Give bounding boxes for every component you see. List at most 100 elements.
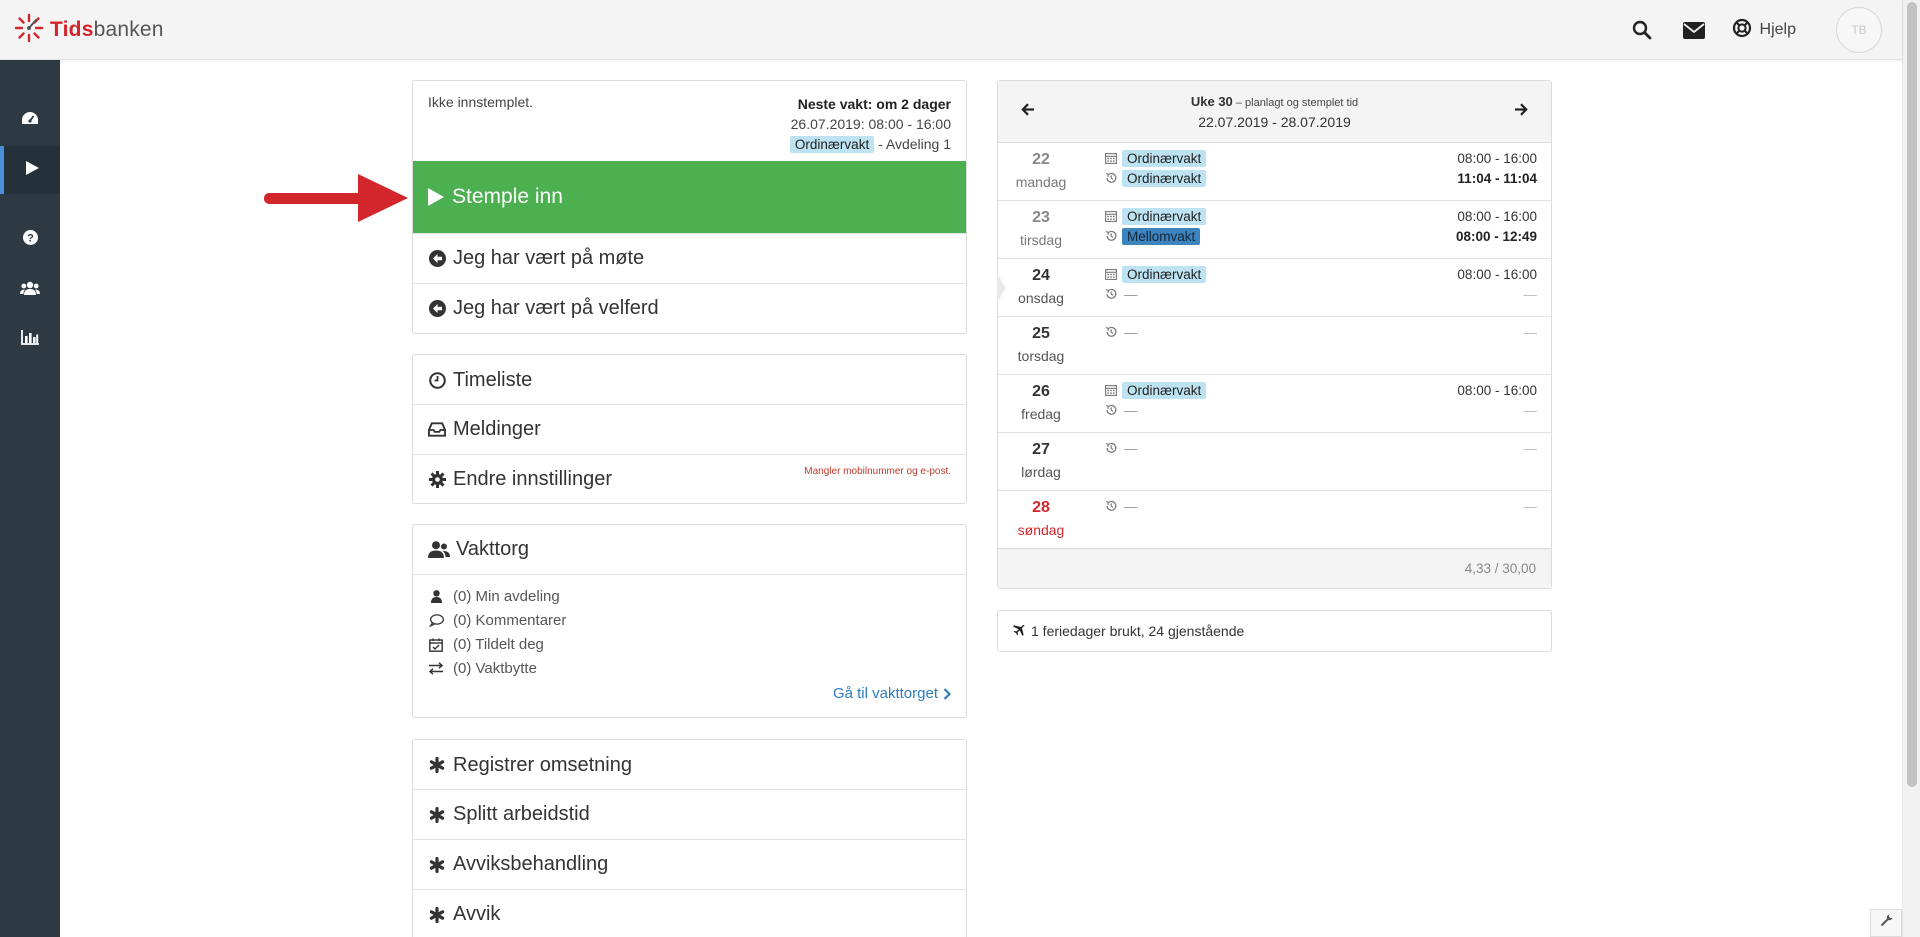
arrow-circle-left-icon: [428, 250, 446, 267]
next-shift-department: - Avdeling 1: [874, 136, 951, 152]
meeting-button[interactable]: Jeg har vært på møte: [413, 233, 966, 283]
arrow-circle-left-icon: [428, 300, 446, 317]
vakttorg-title: Vakttorg: [456, 538, 529, 560]
registrer-omsetning-label: Registrer omsetning: [453, 753, 632, 776]
next-shift-panel: Ikke innstemplet. Neste vakt: om 2 dager…: [412, 80, 967, 334]
next-week-button[interactable]: [1507, 99, 1535, 125]
play-icon: [428, 188, 444, 206]
planned-shift: Ordinærvakt 08:00 - 16:00: [1104, 380, 1537, 400]
week-subtitle: – planlagt og stemplet tid: [1232, 97, 1359, 109]
vakttorg-item-label: (0) Min avdeling: [453, 588, 560, 605]
vakttorg-tildelt[interactable]: (0) Tildelt deg: [428, 636, 544, 653]
calendar-day[interactable]: 22 mandag Ordinærvakt 08:00 - 16:00 Ordi…: [998, 143, 1551, 201]
planned-time: 08:00 - 16:00: [1457, 150, 1537, 166]
sidebar-item-help[interactable]: ?: [0, 216, 60, 264]
meldinger-link[interactable]: Meldinger: [413, 404, 966, 454]
avvik-link[interactable]: Avvik: [413, 889, 966, 937]
sidebar-item-users[interactable]: [0, 266, 60, 314]
shift-type-badge: Ordinærvakt: [1122, 381, 1207, 399]
hours-total: 4,33 / 30,00: [1464, 561, 1536, 576]
exchange-icon: [428, 662, 444, 675]
next-shift-title: Neste vakt: om 2 dager: [797, 96, 951, 112]
vakttorg-link[interactable]: Gå til vakttorget: [833, 685, 951, 702]
vakttorg-item-label: (0) Vaktbytte: [453, 660, 537, 677]
history-icon: [1104, 288, 1118, 300]
scrollbar[interactable]: [1902, 0, 1920, 937]
day-number: 24: [1032, 267, 1050, 284]
plane-icon: [1013, 625, 1025, 637]
history-icon: [1104, 500, 1118, 512]
calendar-day[interactable]: 27 lørdag — —: [998, 433, 1551, 491]
no-stamp: —: [1124, 286, 1138, 302]
no-stamp: —: [1124, 402, 1138, 418]
search-icon[interactable]: [1630, 18, 1654, 42]
holiday-text: 1 feriedager brukt, 24 gjenstående: [1031, 623, 1245, 639]
sidebar-item-stempling[interactable]: [0, 146, 60, 194]
calendar-icon: [1104, 384, 1118, 396]
calendar-day[interactable]: 23 tirsdag Ordinærvakt 08:00 - 16:00 Mel…: [998, 201, 1551, 259]
calendar-day[interactable]: 26 fredag Ordinærvakt 08:00 - 16:00 — —: [998, 375, 1551, 433]
vakttorg-panel: Vakttorg (0) Min avdeling (0) Kommentare…: [412, 524, 967, 718]
stemple-inn-button[interactable]: Stemple inn: [413, 161, 966, 233]
users-icon: [428, 541, 450, 558]
registrer-omsetning-link[interactable]: Registrer omsetning: [413, 740, 966, 790]
stamped-shift: Ordinærvakt 11:04 - 11:04: [1104, 168, 1537, 188]
vakttorg-kommentarer[interactable]: (0) Kommentarer: [428, 612, 566, 629]
vakttorg-header[interactable]: Vakttorg: [413, 525, 966, 575]
inbox-icon: [428, 422, 446, 437]
splitt-arbeidstid-link[interactable]: Splitt arbeidstid: [413, 789, 966, 839]
planned-shift: Ordinærvakt 08:00 - 16:00: [1104, 264, 1537, 284]
innstillinger-label: Endre innstillinger: [453, 468, 612, 490]
help-button[interactable]: Hjelp: [1732, 18, 1796, 43]
day-name: fredag: [1021, 406, 1061, 422]
day-name: søndag: [1017, 522, 1065, 538]
calendar-day[interactable]: 25 torsdag — —: [998, 317, 1551, 375]
stamped-time: 08:00 - 12:49: [1455, 228, 1537, 244]
asterisk-icon: [428, 757, 446, 773]
splitt-arbeidstid-label: Splitt arbeidstid: [453, 803, 590, 825]
logo-text: Tidsbanken: [50, 18, 164, 41]
svg-text:?: ?: [27, 232, 34, 244]
no-stamp: —: [1124, 324, 1138, 340]
innstillinger-link[interactable]: Endre innstillinger Mangler mobilnummer …: [413, 454, 966, 504]
day-name: mandag: [1015, 174, 1067, 190]
avatar[interactable]: TB: [1836, 7, 1882, 53]
vakttorg-min-avdeling[interactable]: (0) Min avdeling: [428, 588, 560, 605]
history-icon: [1104, 404, 1118, 416]
avviksbehandling-link[interactable]: Avviksbehandling: [413, 839, 966, 889]
sidebar-item-dashboard[interactable]: [0, 96, 60, 144]
stamped-shift: — —: [1104, 438, 1537, 458]
tools-button[interactable]: [1870, 909, 1902, 937]
welfare-button[interactable]: Jeg har vært på velferd: [413, 283, 966, 333]
calendar-day-today[interactable]: 24 onsdag Ordinærvakt 08:00 - 16:00 — —: [997, 259, 1551, 317]
vakttorg-vaktbytte[interactable]: (0) Vaktbytte: [428, 660, 537, 677]
calendar-footer: 4,33 / 30,00: [998, 548, 1551, 588]
actions-panel: Registrer omsetning Splitt arbeidstid Av…: [412, 739, 967, 937]
scrollbar-thumb[interactable]: [1907, 2, 1917, 787]
stamped-shift: — —: [1104, 400, 1537, 420]
sidebar-item-reports[interactable]: [0, 316, 60, 364]
top-bar: Tidsbanken Hjelp TB: [0, 0, 1902, 60]
calendar-check-icon: [428, 638, 444, 652]
day-name: lørdag: [1021, 464, 1061, 480]
stamped-time: —: [1523, 440, 1538, 456]
calendar-icon: [1104, 268, 1118, 280]
shift-type-badge: Ordinærvakt: [1122, 149, 1207, 167]
day-number: 22: [1032, 151, 1050, 168]
mail-icon[interactable]: [1682, 18, 1706, 42]
stamped-time: —: [1523, 498, 1538, 514]
avviksbehandling-label: Avviksbehandling: [453, 853, 609, 875]
user-icon: [428, 590, 444, 603]
calendar-day[interactable]: 28 søndag — —: [998, 491, 1551, 549]
planned-time: 08:00 - 16:00: [1457, 266, 1537, 282]
timeliste-link[interactable]: Timeliste: [413, 355, 966, 405]
week-title: Uke 30 – planlagt og stemplet tid: [998, 94, 1551, 109]
logo[interactable]: Tidsbanken: [14, 13, 164, 46]
dashboard-icon: [21, 111, 39, 130]
week-calendar: Uke 30 – planlagt og stemplet tid 22.07.…: [997, 80, 1552, 589]
vakttorg-link-label: Gå til vakttorget: [832, 685, 938, 702]
next-shift-tags: Ordinærvakt - Avdeling 1: [789, 134, 951, 154]
day-number: 26: [1032, 383, 1050, 400]
day-number: 23: [1032, 209, 1050, 226]
lifebuoy-icon: [1732, 18, 1752, 43]
